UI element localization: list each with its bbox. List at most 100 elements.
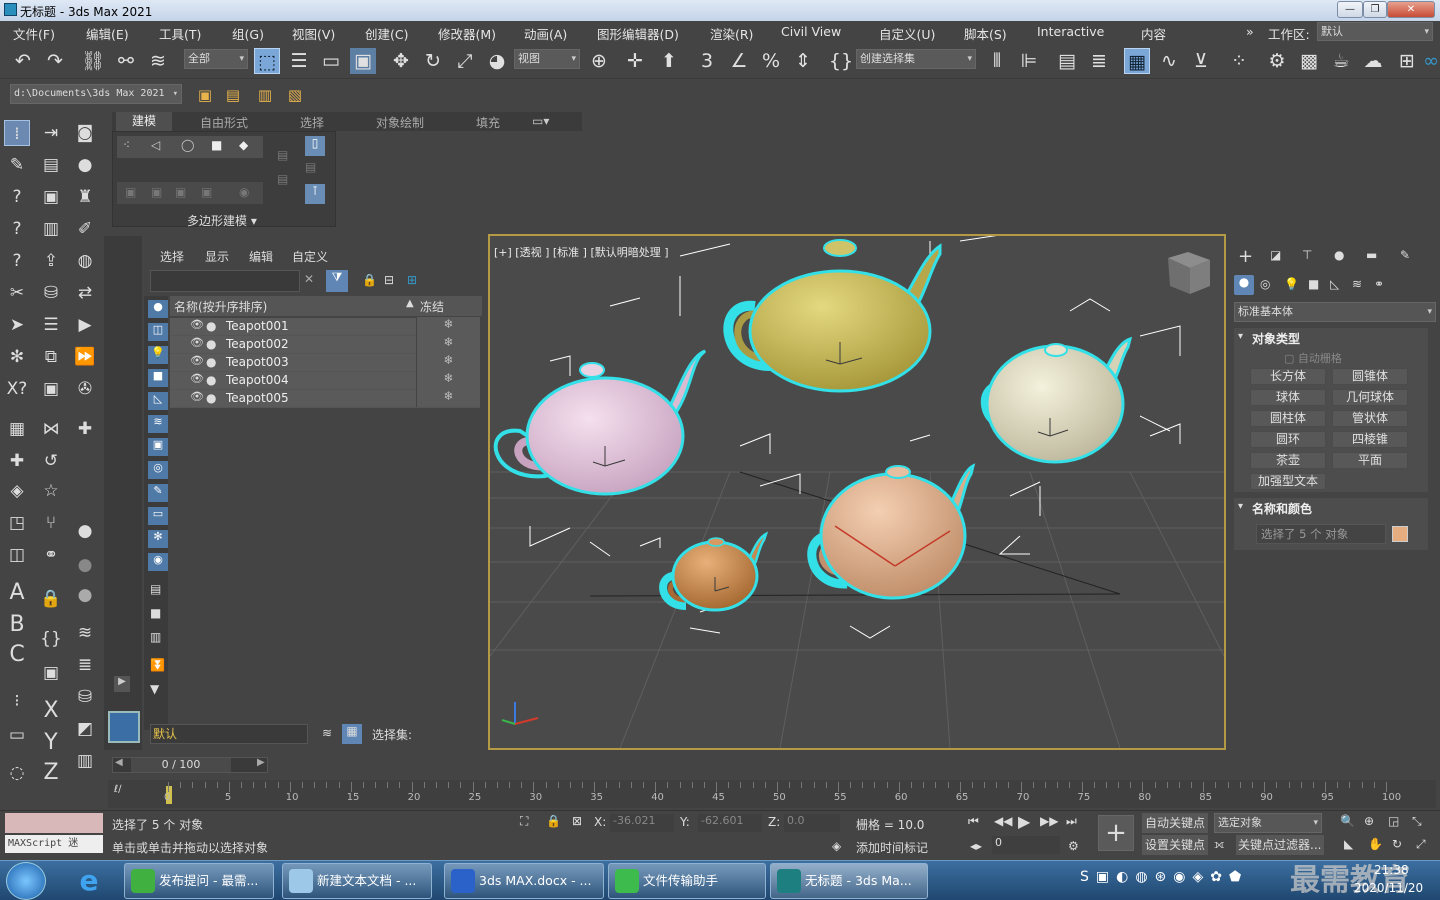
clear-icon[interactable]: ✕ [304, 272, 314, 286]
list-icon[interactable]: ☰ [38, 312, 64, 338]
select-arrow-icon[interactable]: ➤ [4, 312, 30, 338]
ribbon-tool-2-icon[interactable]: ⊺ [305, 184, 325, 204]
render-setup-icon[interactable]: ⚙ [1264, 48, 1290, 74]
ribbon-tool-icon[interactable]: ▯ [305, 136, 325, 156]
lights-icon[interactable]: 💡 [1284, 277, 1299, 291]
paint-bucket-icon[interactable]: ⛁ [38, 280, 64, 306]
spacewarps-icon[interactable]: ≋ [1352, 277, 1362, 291]
key-filter-icon[interactable]: ⟗ [1214, 837, 1225, 852]
teapot-peach[interactable] [807, 463, 976, 600]
scene-explorer-icon[interactable]: ▤ [1054, 48, 1080, 74]
schematic-view-icon[interactable]: ⁘ [1226, 48, 1252, 74]
hierarchy-tab-icon[interactable]: ⊤ [1302, 248, 1312, 262]
task-word[interactable]: 3ds MAX.docx - ... [444, 863, 604, 899]
freeze-icon[interactable]: ❄ [416, 335, 480, 353]
grid-icon[interactable]: ⊞ [1394, 48, 1420, 74]
export-icon[interactable]: ⇄ [72, 280, 98, 306]
expand-icon[interactable]: ▶ [114, 676, 130, 692]
rollout-collapse-icon[interactable]: ▾ [1238, 331, 1243, 342]
add-point-icon[interactable]: ✚ [4, 448, 30, 474]
time-slider[interactable]: ◀ 0 / 100 ▶ [112, 757, 268, 773]
list-item[interactable]: 👁 ● Teapot003 ❄ [170, 353, 480, 372]
freeze-icon[interactable]: ❄ [416, 353, 480, 371]
eye-icon[interactable]: 👁 [190, 336, 204, 349]
key-filters-button[interactable]: 关键点过滤器... [1236, 835, 1324, 855]
next-frame-icon[interactable]: ▶▶ [1040, 814, 1058, 828]
category-dropdown[interactable]: 标准基本体 [1234, 302, 1436, 322]
lasso-icon[interactable]: ? [4, 184, 30, 210]
menu-customize[interactable]: 自定义(U) [879, 24, 935, 43]
freeze-icon[interactable]: ❄ [416, 317, 480, 335]
selection-lock-icon[interactable]: 🔒 [546, 814, 561, 828]
funnel-icon[interactable]: ⏬ [150, 658, 165, 672]
teapot-pink[interactable] [493, 349, 707, 496]
lock-icon[interactable]: 🔒 [38, 586, 64, 612]
rect-selection-icon[interactable]: ▭ [318, 48, 344, 74]
unlink-icon[interactable]: ⚯ [113, 48, 139, 74]
geosphere-button[interactable]: 几何球体 [1332, 389, 1408, 406]
render-dot-icon[interactable]: ● [206, 391, 216, 405]
text-c-icon[interactable]: C [4, 642, 30, 668]
group-filter-icon[interactable]: ▣ [148, 438, 168, 456]
loop-icon[interactable]: ↺ [38, 448, 64, 474]
text-b-icon[interactable]: B [4, 612, 30, 638]
render-dot-icon[interactable]: ● [206, 337, 216, 351]
ruler-icon[interactable]: ▭ [4, 722, 30, 748]
stack-icon[interactable]: ⧉ [38, 344, 64, 370]
rollout-title-2[interactable]: 名称和颜色 [1252, 500, 1312, 517]
upload-icon[interactable]: ⇪ [38, 248, 64, 274]
layer-icon[interactable]: ▤ [38, 152, 64, 178]
torus-button[interactable]: 圆环 [1250, 431, 1326, 448]
camera-filter-icon[interactable]: ■ [148, 369, 168, 387]
dope-sheet-icon[interactable]: ⊻ [1188, 48, 1214, 74]
layer-add-icon[interactable]: ▣ [38, 184, 64, 210]
track-bar[interactable]: ℓ∕ 0 5 10 15 20 25 30 35 40 45 50 55 60 65 70 75 80 85 90 9… [108, 780, 1436, 808]
doc-icon[interactable]: ▣ [38, 376, 64, 402]
ribbon-panel-label[interactable]: 多边形建模 ▾ [187, 212, 257, 229]
rollout-collapse-2-icon[interactable]: ▾ [1238, 501, 1243, 512]
viewport-layout-icon[interactable] [108, 711, 140, 743]
key-mode-icon[interactable]: ◂▸ [970, 839, 982, 853]
menu-create[interactable]: 创建(C) [365, 24, 408, 43]
online-icon[interactable]: ∞ [1422, 48, 1440, 74]
menu-animation[interactable]: 动画(A) [524, 24, 567, 43]
goto-start-icon[interactable]: ⏮ [968, 814, 979, 829]
pyramid-button[interactable]: 四棱锥 [1332, 431, 1408, 448]
clock-date[interactable]: 2020/11/20 [1354, 881, 1423, 895]
geometry-filter-icon[interactable]: ● [148, 300, 168, 318]
select-box-icon[interactable]: ◳ [4, 510, 30, 536]
connect-icon[interactable]: ⋈ [38, 416, 64, 442]
select-by-name-icon[interactable]: ☰ [286, 48, 312, 74]
teapot-button[interactable]: 茶壶 [1250, 452, 1326, 469]
clock-time[interactable]: 21:38 [1374, 863, 1409, 877]
task-wechat[interactable]: 文件传输助手 [608, 863, 766, 899]
ref-coord-dropdown[interactable]: 视图 [514, 49, 580, 69]
viewcube-icon[interactable] [1168, 252, 1210, 294]
link-icon[interactable]: ⛓ [80, 48, 106, 74]
list-item[interactable]: 👁 ● Teapot001 ❄ [170, 317, 480, 336]
project-settings-icon[interactable]: ▧ [282, 82, 308, 108]
se-tab-display[interactable]: 显示 [205, 248, 229, 265]
close-button[interactable]: ✕ [1387, 1, 1435, 18]
y-coord-field[interactable]: -62.601 [698, 814, 762, 832]
axis-z-icon[interactable]: Z [38, 760, 64, 786]
cone-button[interactable]: 圆锥体 [1332, 368, 1408, 385]
grey-stack-3-icon[interactable]: ▤ [305, 160, 316, 174]
add-icon[interactable]: ✚ [72, 416, 98, 442]
eye-icon[interactable]: 👁 [190, 354, 204, 367]
eye-icon[interactable]: 👁 [190, 318, 204, 331]
menu-views[interactable]: 视图(V) [292, 24, 335, 43]
workspace-dropdown[interactable]: 默认 [1317, 22, 1433, 41]
move-icon[interactable]: ✥ [388, 48, 414, 74]
border-icon[interactable]: ◯ [181, 138, 194, 152]
menu-interactive[interactable]: Interactive [1037, 24, 1104, 39]
render-dot-icon[interactable]: ● [206, 355, 216, 369]
dotted-a-icon[interactable]: ⁝ [4, 688, 30, 714]
time-next-icon[interactable]: ▶ [257, 757, 265, 768]
key-selection-dropdown[interactable]: 选定对象 [1214, 813, 1322, 833]
x-coord-field[interactable]: -36.021 [610, 814, 674, 832]
cut-icon[interactable]: ✂ [4, 280, 30, 306]
zoom-icon[interactable]: 🔍 [1340, 814, 1355, 828]
viewport-label[interactable]: [+] [透视 ] [标准 ] [默认明暗处理 ] [494, 244, 669, 260]
shapes-icon[interactable]: ◎ [1260, 277, 1270, 291]
